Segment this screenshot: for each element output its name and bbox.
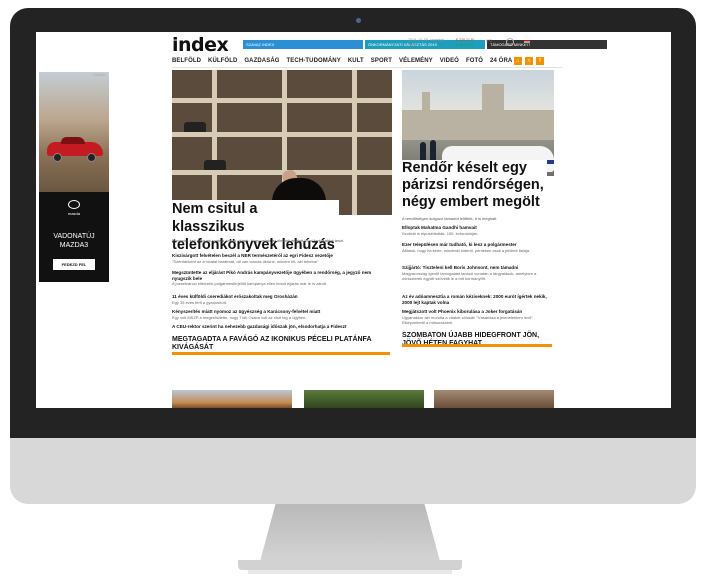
nav-gazdasag[interactable]: GAZDASÁG (244, 58, 279, 64)
ad-headline-line2: MAZDA3 (59, 242, 89, 249)
banner-underline (402, 344, 552, 347)
list-item[interactable]: Kényszerítés miatt nyomoz az ügyészség a… (172, 309, 392, 320)
stand-shadow (248, 570, 452, 574)
side-headline-line2: párizsi rendőrségen, (402, 177, 547, 194)
user-icon[interactable] (506, 38, 514, 46)
main-story-image[interactable] (172, 70, 392, 215)
browser-screen: index SZAVAZ INDEX ÖNKORMÁNYZATI VÁLASZT… (36, 32, 671, 408)
item-title: A CEU-rektor szerint ha nehezebb gazdasá… (172, 324, 347, 329)
ad-headline-line1: VADONATÚJ (53, 233, 95, 240)
ad-wheel-front (53, 153, 62, 162)
flag-icon (524, 39, 530, 44)
usd-rate: $ 301,28 Ft (456, 43, 475, 47)
item-sub: Ugyanakkor azt mondta a vitatott stílusá… (402, 314, 533, 325)
monitor-stand (259, 504, 441, 562)
site-logo[interactable]: index (172, 34, 229, 56)
item-sub: Szobrát is elpusztították. 150. évfordul… (402, 230, 479, 236)
language-label: In English (532, 39, 550, 44)
nameday-text: Aurél (408, 43, 417, 47)
main-lead: Mennyire kell magunk rontani annak okáér… (172, 238, 345, 243)
date-info: 2019. 10. 05. szombat Aurél (408, 38, 444, 48)
mazda-ad[interactable]: hirdetés mazda VADONATÚJ MAZDA3 FEDEZD F… (39, 72, 109, 282)
item-title: Megszüntette az eljárást Pikó András kam… (172, 270, 372, 281)
side-banner-headline[interactable]: SZOMBATON ÚJABB HIDEGFRONT JÖN, JÖVŐ HÉT… (402, 332, 552, 348)
tab-szavaz-index[interactable]: SZAVAZ INDEX (243, 40, 363, 49)
ad-brand: mazda (39, 200, 109, 216)
main-banner-text: MEGTAGADTA A FAVÁGÓ AZ IKONIKUS PÉCELI P… (172, 336, 372, 351)
nav-kult[interactable]: KULT (348, 58, 364, 64)
banner-underline (172, 352, 390, 355)
mazda-logo-icon (68, 200, 80, 209)
monitor-foot (238, 560, 462, 570)
item-sub: Álltatok, hogy ha kérte, mindenki kiderü… (402, 247, 531, 253)
nav-kulfold[interactable]: KÜLFÖLD (208, 58, 237, 64)
ad-label: hirdetés (93, 73, 106, 77)
story-thumbnail[interactable] (434, 390, 554, 408)
exchange-rates: € 330,21 Ft $ 301,28 Ft (456, 38, 474, 48)
item-sub: Egy volt MSZP-s megerősítette, hogy Tóth… (172, 314, 307, 320)
item-sub: A józsefvárosi ellenzéki polgármesterjel… (172, 281, 327, 286)
building (402, 110, 554, 140)
main-nav: BELFÖLD KÜLFÖLD GAZDASÁG TECH-TUDOMÁNY K… (172, 58, 512, 64)
item-sub: "Szerdánként az a hivatal barátmát, ott … (172, 258, 319, 264)
nav-video[interactable]: VIDEÓ (440, 58, 459, 64)
tower (482, 84, 504, 114)
nav-24ora[interactable]: 24 ÓRA (490, 58, 512, 64)
ad-wheel-rear (87, 153, 96, 162)
monitor-chin (10, 438, 696, 504)
ad-cta-button[interactable]: FEDEZD FEL (53, 259, 95, 270)
social-icons: ⌂ ≈ f (514, 57, 544, 65)
ad-photo (39, 72, 109, 192)
item-sub: Magyarország igenlő támogatást tanúsít v… (402, 270, 537, 281)
list-item[interactable]: Ezer településen már tudható, ki lesz a … (402, 242, 552, 253)
nav-foto[interactable]: FOTÓ (466, 58, 483, 64)
list-item[interactable]: Megszüntette az eljárást Pikó András kam… (172, 270, 392, 286)
ad-headline: VADONATÚJ MAZDA3 (39, 232, 109, 250)
ad-brand-text: mazda (67, 211, 80, 216)
language-link[interactable]: In English (524, 39, 550, 44)
home-icon[interactable]: ⌂ (514, 57, 522, 65)
main-headline[interactable]: Nem csitul a klasszikus telefonkönyvek l… (172, 200, 339, 254)
nav-tech[interactable]: TECH-TUDOMÁNY (287, 58, 341, 64)
telephone-icon (184, 122, 206, 132)
facebook-icon[interactable]: f (536, 57, 544, 65)
side-headline[interactable]: Rendőr késelt egy párizsi rendőrségen, n… (402, 160, 547, 211)
rss-icon[interactable]: ≈ (525, 57, 533, 65)
side-lead: A rendőrségen dolgozó támadót lelőtték, … (402, 216, 498, 221)
weather-text: 6°C (486, 39, 493, 43)
shelf-divider (352, 70, 357, 215)
story-thumbnail[interactable] (304, 390, 424, 408)
side-headline-line3: négy embert megölt (402, 194, 547, 211)
item-sub: Egy 35 éves férfi a gyanúsított. (172, 299, 227, 305)
main-headline-line1: Nem csitul a klasszikus (172, 200, 322, 236)
telephone-icon (204, 160, 226, 170)
list-item[interactable]: Szijjártó: Tiszteleni kell Boris Johnson… (402, 265, 552, 281)
list-item[interactable]: Elloptak Mahatma Gandhi hamvait Szobrát … (402, 225, 552, 236)
story-thumbnail[interactable] (172, 390, 292, 408)
shelf-divider (212, 70, 217, 215)
list-item[interactable]: Kiszivárgott felvételen beszél a NER ter… (172, 253, 392, 264)
list-item[interactable]: 11 éves külföldi cserediákot erőszakolta… (172, 294, 392, 305)
list-item[interactable]: A CEU-rektor szerint ha nehezebb gazdasá… (172, 324, 392, 330)
list-item[interactable]: Az év adóamnesztia a román kéziseknek: 2… (402, 294, 552, 305)
nav-velemeny[interactable]: VÉLEMÉNY (399, 58, 433, 64)
webcam (356, 18, 361, 23)
item-title: Az év adóamnesztia a román kéziseknek: 2… (402, 294, 547, 305)
main-banner-headline[interactable]: MEGTAGADTA A FAVÁGÓ AZ IKONIKUS PÉCELI P… (172, 336, 390, 355)
spire (422, 92, 430, 114)
nav-belfold[interactable]: BELFÖLD (172, 58, 201, 64)
list-item[interactable]: Megjátszott volt Phoenix kiborulása a Jo… (402, 309, 552, 325)
side-headline-line1: Rendőr késelt egy (402, 160, 547, 177)
nav-sport[interactable]: SPORT (371, 58, 392, 64)
nav-divider (172, 67, 562, 68)
